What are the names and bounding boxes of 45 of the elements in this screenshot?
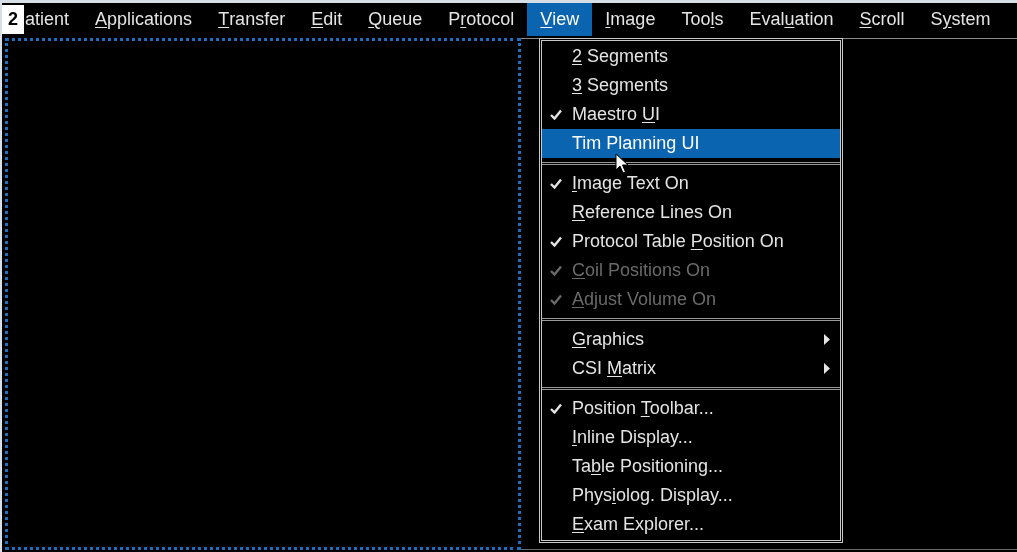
menu-item-label: Position Toolbar... (572, 397, 714, 420)
dropdown-item[interactable]: Tim Planning UI (542, 129, 840, 158)
menu-item-label: 2 Segments (572, 45, 669, 68)
menu-item-label: Inline Display... (572, 426, 693, 449)
menu-item[interactable]: Edit (298, 3, 356, 36)
dropdown-item[interactable]: Image Text On (542, 169, 840, 198)
dropdown-item[interactable]: Position Toolbar... (542, 394, 840, 423)
dropdown-item[interactable]: Graphics (542, 325, 840, 354)
menu-item[interactable]: Evaluation (736, 3, 847, 36)
menu-item-label: CSI Matrix (572, 357, 657, 380)
dropdown-item[interactable]: Table Positioning... (542, 452, 840, 481)
menu-item-label: Exam Explorer... (572, 513, 705, 536)
dropdown-item[interactable]: Inline Display... (542, 423, 840, 452)
menu-item-label: Adjust Volume On (572, 288, 717, 311)
menu-item-label: Tim Planning UI (572, 132, 700, 155)
menu-item[interactable]: Transfer (205, 3, 299, 36)
menu-item-label: Reference Lines On (572, 201, 733, 224)
menu-item[interactable]: System (917, 3, 1004, 36)
menu-item-label: Table Positioning... (572, 455, 724, 478)
menu-item[interactable]: atient (24, 3, 83, 36)
menu-item[interactable]: View (527, 3, 593, 36)
image-viewport[interactable] (5, 38, 521, 550)
menu-item[interactable]: Image (592, 3, 669, 36)
menu-item[interactable]: Applications (82, 3, 206, 36)
menu-item[interactable]: Tools (668, 3, 737, 36)
menu-item-label: 3 Segments (572, 74, 669, 97)
dropdown-item[interactable]: CSI Matrix (542, 354, 840, 383)
menu-item[interactable]: Queue (355, 3, 436, 36)
dropdown-item[interactable]: Reference Lines On (542, 198, 840, 227)
menu-item[interactable]: Protocol (435, 3, 528, 36)
dropdown-item[interactable]: 3 Segments (542, 71, 840, 100)
dropdown-item[interactable]: Exam Explorer... (542, 510, 840, 539)
menu-item-label: Image Text On (572, 172, 689, 195)
mouse-pointer-icon (615, 153, 629, 175)
menu-item-label: Maestro UI (572, 103, 661, 126)
dropdown-item[interactable]: 2 Segments (542, 42, 840, 71)
viewport-number: 2 (2, 5, 24, 34)
menu-item-label: Graphics (572, 328, 645, 351)
dropdown-item[interactable]: Maestro UI (542, 100, 840, 129)
dropdown-item[interactable]: Protocol Table Position On (542, 227, 840, 256)
menu-item-label: Coil Positions On (572, 259, 711, 282)
menu-item-label: Physiolog. Display... (572, 484, 733, 507)
menu-item-label: Protocol Table Position On (572, 230, 784, 253)
menu-item[interactable]: Scroll (846, 3, 918, 36)
dropdown-item[interactable]: Physiolog. Display... (542, 481, 840, 510)
